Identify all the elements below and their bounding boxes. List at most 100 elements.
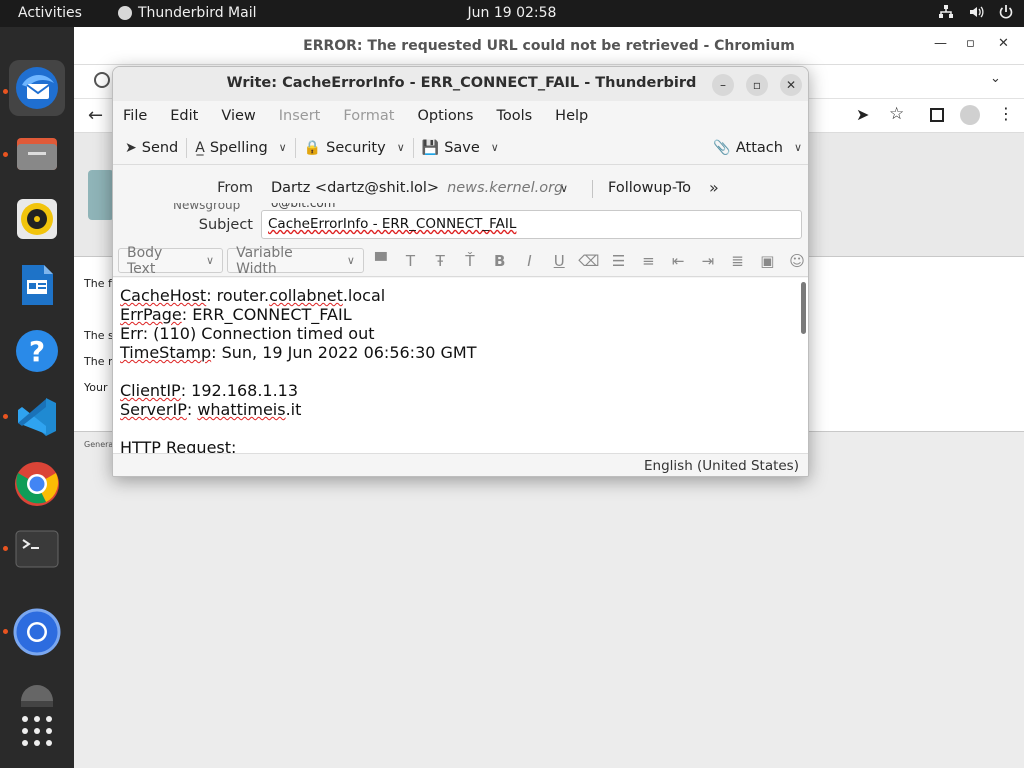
italic-icon[interactable]: I — [517, 252, 543, 270]
chrome-icon — [15, 462, 59, 506]
numbered-list-icon[interactable]: ≡ — [636, 252, 662, 270]
profile-icon[interactable] — [960, 105, 980, 125]
bullet-list-icon[interactable]: ☰ — [606, 252, 632, 270]
close-button[interactable]: ✕ — [780, 74, 802, 96]
menu-help[interactable]: Help — [555, 103, 599, 129]
compose-titlebar[interactable]: Write: CacheErrorInfo - ERR_CONNECT_FAIL… — [113, 67, 808, 101]
show-apps-button[interactable] — [9, 703, 65, 759]
menu-tools[interactable]: Tools — [496, 103, 543, 129]
chevron-down-icon: ∨ — [346, 254, 355, 267]
body-text: whattimeis — [197, 400, 286, 419]
compose-window[interactable]: Write: CacheErrorInfo - ERR_CONNECT_FAIL… — [112, 66, 809, 477]
send-button[interactable]: ➤ Send — [125, 135, 178, 161]
close-icon[interactable]: ✕ — [998, 36, 1009, 51]
insert-image-icon[interactable]: ▣ — [754, 252, 780, 270]
page-footer: Genera — [84, 440, 114, 449]
font-size-larger-icon[interactable]: T — [398, 252, 424, 270]
chevron-down-icon[interactable]: ∨ — [397, 141, 405, 154]
body-text: : 192.168.1.13 — [180, 381, 299, 400]
minimize-icon[interactable]: — — [934, 36, 947, 51]
menu-file[interactable]: File — [123, 103, 158, 129]
font-size-smaller-icon[interactable]: Ŧ — [427, 252, 453, 270]
menu-options[interactable]: Options — [417, 103, 484, 129]
chevron-down-icon[interactable]: ∨ — [279, 141, 287, 154]
dock-writer[interactable] — [9, 257, 65, 313]
message-body[interactable]: CacheHost: router.collabnet.local ErrPag… — [113, 278, 808, 453]
body-text: : Sun, 19 Jun 2022 06:56:30 GMT — [211, 343, 477, 362]
tab-search-icon[interactable]: ⌄ — [990, 71, 1001, 86]
dock-chromium[interactable] — [9, 604, 65, 660]
security-button[interactable]: 🔒 Security ∨ — [304, 135, 405, 161]
running-indicator — [3, 629, 8, 634]
save-button[interactable]: 💾 Save ∨ — [422, 135, 499, 161]
terminal-icon — [15, 530, 59, 568]
chromium-titlebar[interactable]: ERROR: The requested URL could not be re… — [74, 27, 1024, 65]
running-indicator — [3, 546, 8, 551]
bold-icon[interactable]: B — [487, 252, 513, 270]
followup-to-button[interactable]: Followup-To — [608, 180, 691, 196]
chevron-down-icon[interactable]: ∨ — [794, 141, 802, 154]
help-icon: ? — [16, 330, 58, 372]
bookmark-star-icon[interactable]: ☆ — [889, 104, 904, 124]
compose-window-title: Write: CacheErrorInfo - ERR_CONNECT_FAIL… — [226, 75, 697, 91]
clear-formatting-icon[interactable]: ⌫ — [576, 252, 602, 270]
activities-button[interactable]: Activities — [18, 5, 82, 21]
body-line: ErrPage: ERR_CONNECT_FAIL — [120, 305, 352, 324]
paperclip-icon: 📎 — [713, 139, 731, 156]
body-scrollbar[interactable] — [801, 282, 806, 334]
from-label: From — [217, 180, 253, 196]
compose-headers: From Dartz <dartz@shit.lol> news.kernel.o… — [113, 166, 808, 242]
dock-files[interactable] — [9, 125, 65, 181]
dock-thunderbird[interactable] — [9, 60, 65, 116]
from-address: Dartz <dartz@shit.lol> — [271, 180, 440, 196]
format-toolbar: Body Text ∨ Variable Width ∨ ▀ T Ŧ Ť B I… — [113, 245, 808, 277]
menu-kebab-icon[interactable]: ⋮ — [998, 104, 1014, 123]
from-selector[interactable]: Dartz <dartz@shit.lol> news.kernel.org — [271, 180, 563, 196]
menu-format[interactable]: Format — [343, 103, 405, 129]
maximize-icon[interactable]: ▫ — [966, 36, 975, 51]
send-page-icon[interactable]: ➤ — [856, 105, 869, 124]
dock-vscode[interactable] — [9, 389, 65, 445]
dock-help[interactable]: ? — [9, 323, 65, 379]
underline-icon[interactable]: U — [546, 252, 572, 270]
chevron-down-icon[interactable]: ∨ — [560, 182, 568, 195]
paragraph-format-select[interactable]: Body Text ∨ — [118, 245, 224, 277]
outdent-icon[interactable]: ⇤ — [665, 252, 691, 270]
page-text: Your — [84, 381, 108, 394]
attach-button[interactable]: 📎 Attach ∨ — [713, 135, 802, 161]
dock: ? — [0, 27, 74, 768]
dock-terminal[interactable] — [9, 521, 65, 577]
maximize-button[interactable]: ▫ — [746, 74, 768, 96]
menu-edit[interactable]: Edit — [170, 103, 209, 129]
spelling-button[interactable]: A̲ Spelling ∨ — [195, 135, 286, 161]
body-text: : ERR_CONNECT_FAIL — [181, 305, 352, 324]
lock-icon: 🔒 — [303, 139, 322, 156]
minimize-button[interactable]: – — [712, 74, 734, 96]
globe-icon — [94, 72, 110, 88]
subject-field[interactable]: CacheErrorInfo - ERR_CONNECT_FAIL — [261, 210, 802, 239]
spellcheck-language[interactable]: English (United States) — [644, 458, 799, 474]
clock[interactable]: Jun 19 02:58 — [468, 5, 557, 21]
menu-view[interactable]: View — [221, 103, 266, 129]
font-select[interactable]: Variable Width ∨ — [227, 245, 364, 277]
system-tray[interactable] — [938, 4, 1014, 20]
body-text: : — [186, 400, 198, 419]
menu-insert[interactable]: Insert — [279, 103, 332, 129]
back-arrow-icon[interactable]: ← — [88, 105, 103, 126]
body-text: .local — [342, 286, 386, 305]
body-text: ClientIP — [120, 381, 181, 400]
chevron-down-icon[interactable]: ∨ — [491, 141, 499, 154]
font-size-icon[interactable]: Ť — [457, 252, 483, 270]
align-icon[interactable]: ≣ — [725, 252, 751, 270]
dock-chrome[interactable] — [9, 456, 65, 512]
security-label: Security — [326, 139, 386, 156]
side-panel-icon[interactable] — [930, 108, 944, 122]
more-headers-icon[interactable]: » — [709, 178, 719, 197]
app-menu[interactable]: Thunderbird Mail — [118, 5, 257, 21]
indent-icon[interactable]: ⇥ — [695, 252, 721, 270]
header-separator — [592, 180, 593, 198]
emoji-icon[interactable]: ☺ — [784, 252, 808, 270]
body-text: TimeStamp — [120, 343, 212, 362]
dock-rhythmbox[interactable] — [9, 191, 65, 247]
text-color-icon[interactable]: ▀ — [368, 252, 394, 270]
